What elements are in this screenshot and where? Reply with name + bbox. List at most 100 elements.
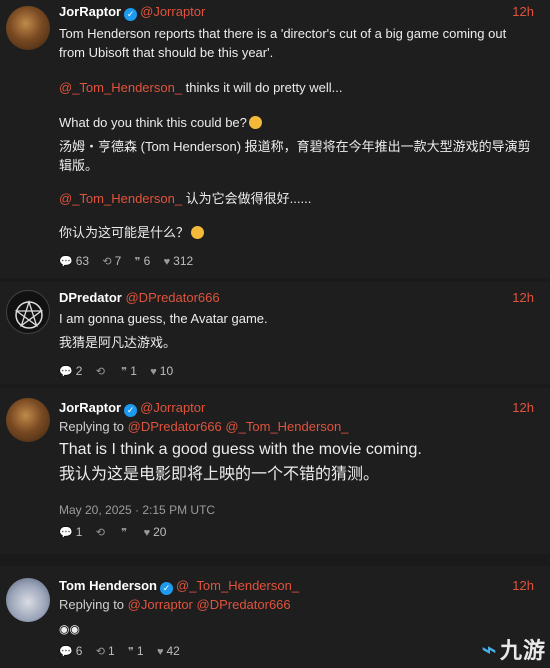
repost-count: 7: [114, 254, 122, 268]
site-watermark-logo: ⌁九游: [481, 634, 546, 664]
thinking-emoji-icon: [191, 226, 205, 239]
heart-icon: ♥: [156, 646, 164, 658]
like-button[interactable]: ♥ 42: [157, 644, 180, 658]
author-name[interactable]: JorRaptor: [59, 400, 121, 415]
post-header: JorRaptor ✓ @Jorraptor 12h: [59, 400, 542, 418]
thinking-emoji-icon: [248, 116, 262, 129]
post-jorraptor-1[interactable]: JorRaptor ✓ @Jorraptor 12h Tom Henderson r…: [0, 0, 550, 278]
like-button[interactable]: ♥ 312: [164, 254, 194, 268]
post-stats: 💬 63 ⟲ 7 ❞ 6 ♥ 312: [59, 254, 203, 268]
heart-icon: ♥: [150, 366, 157, 378]
text-line: Tom Henderson reports that there is a 'd…: [59, 26, 507, 41]
text-line: 认为它会做得很好......: [182, 191, 312, 206]
post-date[interactable]: May 20, 2025 · 2:15 PM UTC: [59, 503, 215, 517]
post-time[interactable]: 12h: [512, 4, 534, 19]
quote-button[interactable]: ❞: [121, 525, 130, 539]
retweet-icon: ⟲: [102, 256, 112, 268]
eyes-emoji-icon: ◉◉: [59, 622, 80, 636]
like-count: 10: [159, 364, 174, 378]
verified-badge-icon: ✓: [160, 582, 173, 595]
text-line: from Ubisoft that should be this year'.: [59, 45, 274, 60]
comment-icon: 💬: [59, 256, 73, 268]
reply-count: 63: [75, 254, 90, 268]
avatar[interactable]: [6, 290, 50, 334]
author-handle[interactable]: @Jorraptor: [140, 400, 205, 415]
text-line: What do you think this could be?: [59, 115, 247, 130]
author-handle[interactable]: @Jorraptor: [140, 4, 205, 19]
post-text-mention-line: @_Tom_Henderson_ thinks it will do prett…: [59, 78, 540, 97]
quote-icon: ❞: [134, 256, 141, 268]
reply-button[interactable]: 💬 2: [59, 364, 82, 378]
quote-button[interactable]: ❞ 6: [135, 254, 151, 268]
avatar[interactable]: [6, 578, 50, 622]
like-button[interactable]: ♥ 10: [150, 364, 173, 378]
post-text: I am gonna guess, the Avatar game. 我猜是阿凡…: [59, 309, 540, 352]
post-header: JorRaptor ✓ @Jorraptor 12h: [59, 4, 542, 22]
post-dpredator[interactable]: DPredator @DPredator666 12h I am gonna g…: [0, 282, 550, 384]
mention-link[interactable]: @Jorraptor: [128, 597, 193, 612]
avatar[interactable]: [6, 398, 50, 442]
post-stats: 💬 6 ⟲ 1 ❞ 1 ♥ 42: [59, 644, 190, 658]
retweet-icon: ⟲: [95, 366, 105, 378]
quote-icon: ❞: [121, 527, 128, 539]
author-handle[interactable]: @DPredator666: [125, 290, 219, 305]
post-time[interactable]: 12h: [512, 578, 534, 593]
author-name[interactable]: DPredator: [59, 290, 122, 305]
post-time[interactable]: 12h: [512, 400, 534, 415]
retweet-icon: ⟲: [95, 527, 105, 539]
post-jorraptor-2[interactable]: JorRaptor ✓ @Jorraptor 12h Replying to @DP…: [0, 388, 550, 554]
comment-icon: 💬: [59, 646, 73, 658]
mention-link[interactable]: @DPredator666: [128, 419, 222, 434]
quote-icon: ❞: [121, 366, 128, 378]
repost-button[interactable]: ⟲ 1: [96, 644, 115, 658]
reply-button[interactable]: 💬 1: [59, 525, 82, 539]
verified-badge-icon: ✓: [124, 404, 138, 417]
post-text-cn-mention: @_Tom_Henderson_ 认为它会做得很好......: [59, 189, 540, 208]
reply-prefix: Replying to: [59, 419, 128, 434]
reply-button[interactable]: 💬 63: [59, 254, 89, 268]
mention-link[interactable]: @_Tom_Henderson_: [59, 191, 182, 206]
post-time[interactable]: 12h: [512, 290, 534, 305]
mention-link[interactable]: @DPredator666: [197, 597, 291, 612]
comment-icon: 💬: [59, 527, 73, 539]
reply-button[interactable]: 💬 6: [59, 644, 82, 658]
author-handle[interactable]: @_Tom_Henderson_: [176, 578, 299, 593]
repost-count: 1: [107, 644, 115, 658]
author-name[interactable]: JorRaptor: [59, 4, 121, 19]
post-text-en: Tom Henderson reports that there is a 'd…: [59, 24, 540, 62]
text-line: That is I think a good guess with the mo…: [59, 441, 422, 458]
text-line: 我猜是阿凡达游戏。: [59, 335, 177, 350]
text-line: 汤姆・亨德森 (Tom Henderson) 报道称，育碧将在今年推出一款大型游…: [59, 139, 531, 154]
text-line: 辑版。: [59, 158, 99, 173]
verified-badge-icon: ✓: [124, 8, 138, 21]
like-count: 42: [166, 644, 180, 658]
heart-icon: ♥: [163, 256, 171, 268]
mention-link[interactable]: @_Tom_Henderson_: [59, 80, 182, 95]
post-header: DPredator @DPredator666 12h: [59, 290, 542, 308]
repost-button[interactable]: ⟲: [96, 525, 108, 539]
replying-to: Replying to @Jorraptor @DPredator666: [59, 597, 291, 612]
mention-link[interactable]: @_Tom_Henderson_: [225, 419, 348, 434]
repost-button[interactable]: ⟲ 7: [102, 254, 121, 268]
like-button[interactable]: ♥ 20: [144, 525, 167, 539]
post-stats: 💬 1 ⟲ ❞ ♥ 20: [59, 525, 176, 539]
text-line: I am gonna guess, the Avatar game.: [59, 311, 268, 326]
text-line: 我认为这是电影即将上映的一个不错的猜测。: [59, 466, 380, 483]
replying-to: Replying to @DPredator666 @_Tom_Henderso…: [59, 419, 348, 434]
quote-count: 6: [143, 254, 151, 268]
author-name[interactable]: Tom Henderson: [59, 578, 157, 593]
repost-button[interactable]: ⟲: [96, 364, 108, 378]
post-question-cn: 你认为这可能是什么？: [59, 223, 540, 242]
quote-button[interactable]: ❞ 1: [121, 364, 137, 378]
text-line: thinks it will do pretty well...: [182, 80, 343, 95]
pentagram-icon: [14, 299, 44, 329]
avatar[interactable]: [6, 6, 50, 50]
reply-prefix: Replying to: [59, 597, 128, 612]
reply-count: 2: [75, 364, 83, 378]
reply-count: 1: [75, 525, 83, 539]
quote-button[interactable]: ❞ 1: [128, 644, 144, 658]
like-count: 20: [153, 525, 167, 539]
quote-icon: ❞: [127, 646, 134, 658]
post-header: Tom Henderson ✓ @_Tom_Henderson_ 12h: [59, 578, 542, 596]
post-text-cn: 汤姆・亨德森 (Tom Henderson) 报道称，育碧将在今年推出一款大型游…: [59, 137, 540, 175]
